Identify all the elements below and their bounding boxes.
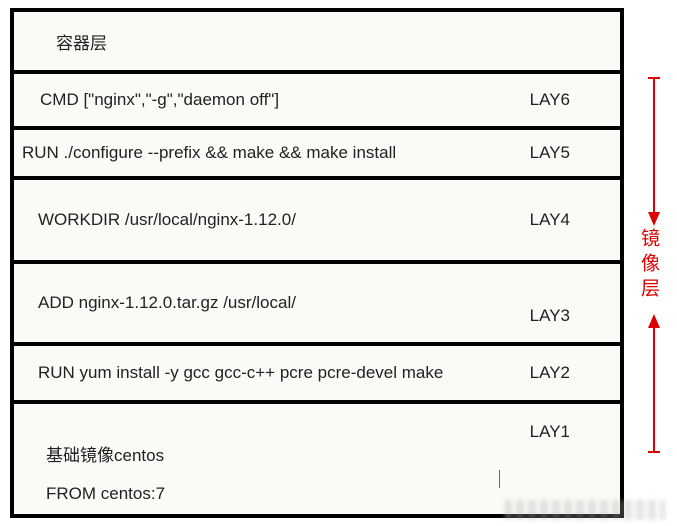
layer-cmd: ADD nginx-1.12.0.tar.gz /usr/local/ bbox=[38, 293, 602, 313]
layer-cmd: RUN yum install -y gcc gcc-c++ pcre pcre… bbox=[38, 363, 602, 383]
layer-row-6: CMD ["nginx","-g","daemon off"] LAY6 bbox=[14, 74, 620, 130]
layer-cmd: CMD ["nginx","-g","daemon off"] bbox=[40, 90, 602, 110]
layer-cmd: RUN ./configure --prefix && make && make… bbox=[22, 143, 602, 163]
blurred-region bbox=[505, 500, 665, 520]
layer-label: LAY5 bbox=[530, 143, 570, 163]
diagram-container: 容器层 CMD ["nginx","-g","daemon off"] LAY6… bbox=[10, 8, 624, 518]
layer-label: LAY2 bbox=[530, 363, 570, 383]
layer-row-5: RUN ./configure --prefix && make && make… bbox=[14, 130, 620, 180]
layer-row-1: 基础镜像centos FROM centos:7 LAY1 bbox=[14, 404, 620, 514]
layer-label: LAY6 bbox=[530, 90, 570, 110]
layer-cmd: WORKDIR /usr/local/nginx-1.12.0/ bbox=[38, 210, 602, 230]
layer-cmd-line1: 基础镜像centos bbox=[46, 441, 602, 466]
arrow-down-icon bbox=[646, 76, 662, 226]
layer-row-2: RUN yum install -y gcc gcc-c++ pcre pcre… bbox=[14, 346, 620, 404]
annotation-label: 镜像层 bbox=[640, 228, 662, 303]
layer-label: LAY1 bbox=[530, 422, 570, 442]
text-cursor-icon bbox=[499, 470, 500, 488]
arrow-up-icon bbox=[646, 314, 662, 454]
header-title: 容器层 bbox=[56, 29, 602, 54]
layer-label: LAY3 bbox=[530, 306, 570, 326]
layer-row-4: WORKDIR /usr/local/nginx-1.12.0/ LAY4 bbox=[14, 180, 620, 264]
annotation-arrows: 镜像层 bbox=[640, 76, 670, 518]
layer-label: LAY4 bbox=[530, 210, 570, 230]
layer-row-3: ADD nginx-1.12.0.tar.gz /usr/local/ LAY3 bbox=[14, 264, 620, 346]
header-row: 容器层 bbox=[14, 12, 620, 74]
